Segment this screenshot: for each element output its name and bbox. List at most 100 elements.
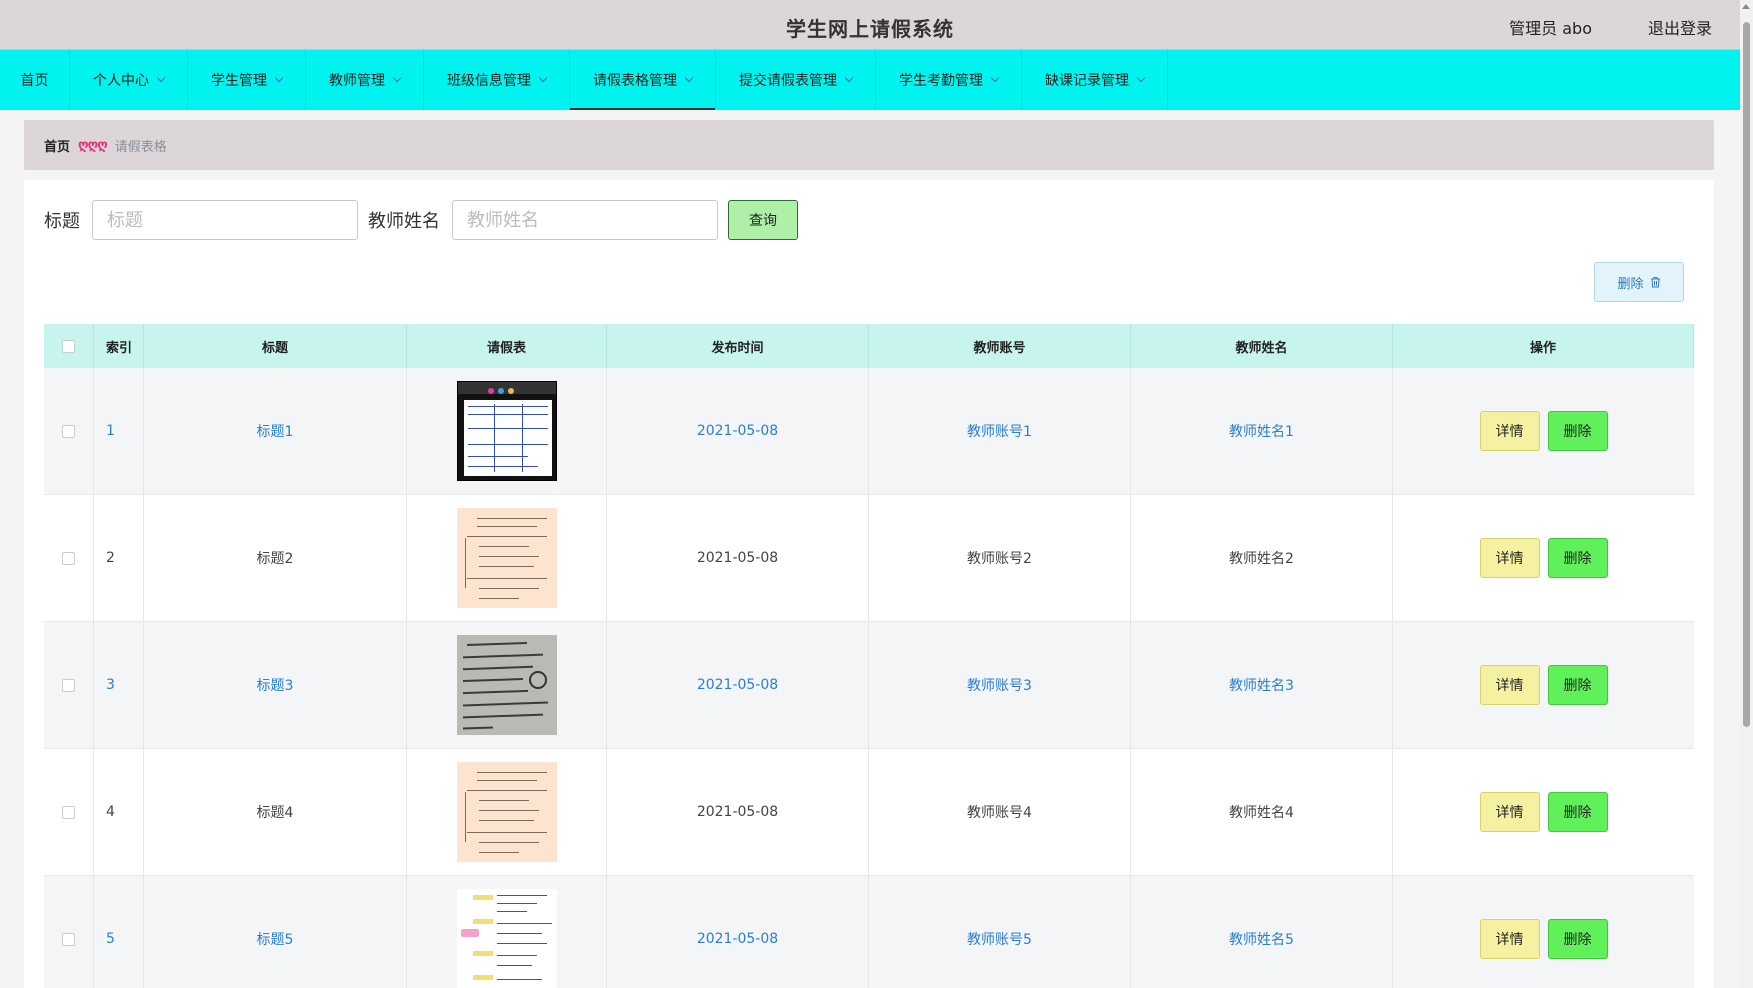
nav-item-submit-leave-mgmt[interactable]: 提交请假表管理 xyxy=(716,50,876,110)
leave-form-thumbnail[interactable] xyxy=(456,889,557,988)
row-teacher-account: 教师账号3 xyxy=(869,622,1131,748)
content-panel: 标题 教师姓名 查询 删除 索引 标题 请假表 发布时间 教师账号 教师姓名 操… xyxy=(24,180,1714,988)
detail-button[interactable]: 详情 xyxy=(1479,792,1540,832)
chevron-down-icon xyxy=(538,73,548,83)
header-title: 标题 xyxy=(144,324,407,368)
query-button[interactable]: 查询 xyxy=(728,200,798,240)
search-bar: 标题 教师姓名 查询 xyxy=(44,200,798,240)
breadcrumb: 首页 ღღღ 请假表格 xyxy=(24,120,1714,170)
batch-delete-label: 删除 xyxy=(1617,276,1644,292)
nav-item-teacher-mgmt[interactable]: 教师管理 xyxy=(306,50,424,110)
row-index: 1 xyxy=(94,368,144,494)
chevron-down-icon xyxy=(392,73,402,83)
page-scrollbar[interactable] xyxy=(1740,0,1753,988)
nav-item-label: 首页 xyxy=(20,73,49,89)
chevron-down-icon xyxy=(156,73,166,83)
header-index: 索引 xyxy=(94,324,144,368)
row-operations: 详情 删除 xyxy=(1393,749,1694,875)
row-index: 2 xyxy=(94,495,144,621)
nav-item-label: 班级信息管理 xyxy=(447,73,531,89)
chevron-down-icon xyxy=(1136,73,1146,83)
nav-item-student-mgmt[interactable]: 学生管理 xyxy=(188,50,306,110)
delete-button[interactable]: 删除 xyxy=(1547,919,1608,959)
row-checkbox-cell xyxy=(44,622,94,748)
nav-item-absence-record-mgmt[interactable]: 缺课记录管理 xyxy=(1022,50,1168,110)
table-row: 1 标题1 2021-05-08 教师账号1 教师姓名1 详情 删除 xyxy=(44,368,1694,495)
scrollbar-thumb[interactable] xyxy=(1743,22,1750,727)
nav-item-home[interactable]: 首页 xyxy=(0,50,70,110)
row-checkbox[interactable] xyxy=(62,932,75,946)
leave-form-thumbnail[interactable] xyxy=(456,762,557,862)
delete-button[interactable]: 删除 xyxy=(1547,665,1608,705)
row-checkbox[interactable] xyxy=(62,424,75,438)
table-row: 2 标题2 2021-05-08 教师账号2 教师姓名2 详情 删除 xyxy=(44,495,1694,622)
logout-link[interactable]: 退出登录 xyxy=(1648,15,1712,39)
batch-delete-button[interactable]: 删除 xyxy=(1594,262,1684,302)
detail-button[interactable]: 详情 xyxy=(1479,538,1540,578)
row-checkbox[interactable] xyxy=(62,551,75,565)
row-teacher-name: 教师姓名3 xyxy=(1131,622,1393,748)
delete-button[interactable]: 删除 xyxy=(1547,538,1608,578)
row-teacher-account: 教师账号2 xyxy=(869,495,1131,621)
leave-form-thumbnail[interactable] xyxy=(456,508,557,608)
chevron-down-icon xyxy=(990,73,1000,83)
header-publish-time: 发布时间 xyxy=(607,324,869,368)
row-operations: 详情 删除 xyxy=(1393,368,1694,494)
leave-form-image-cell xyxy=(407,495,607,621)
table-row: 4 标题4 2021-05-08 教师账号4 教师姓名4 详情 删除 xyxy=(44,749,1694,876)
title-search-input[interactable] xyxy=(92,200,358,240)
row-checkbox[interactable] xyxy=(62,805,75,819)
delete-button[interactable]: 删除 xyxy=(1547,792,1608,832)
trash-icon xyxy=(1650,277,1660,288)
row-checkbox[interactable] xyxy=(62,678,75,692)
row-publish-time: 2021-05-08 xyxy=(607,495,869,621)
row-publish-time: 2021-05-08 xyxy=(607,749,869,875)
delete-button[interactable]: 删除 xyxy=(1547,411,1608,451)
nav-item-label: 个人中心 xyxy=(93,73,149,89)
admin-user-label: 管理员 abo xyxy=(1509,19,1592,38)
breadcrumb-current: 请假表格 xyxy=(114,139,167,155)
leave-form-image-cell xyxy=(407,749,607,875)
app-title: 学生网上请假系统 xyxy=(786,17,954,41)
row-operations: 详情 删除 xyxy=(1393,495,1694,621)
leave-form-image-cell xyxy=(407,876,607,988)
header-teacher-account: 教师账号 xyxy=(869,324,1131,368)
detail-button[interactable]: 详情 xyxy=(1479,665,1540,705)
chevron-down-icon xyxy=(684,73,694,83)
nav-item-personal-center[interactable]: 个人中心 xyxy=(70,50,188,110)
table-header: 索引 标题 请假表 发布时间 教师账号 教师姓名 操作 xyxy=(44,324,1694,368)
detail-button[interactable]: 详情 xyxy=(1479,411,1540,451)
detail-button[interactable]: 详情 xyxy=(1479,919,1540,959)
chevron-down-icon xyxy=(274,73,284,83)
row-index: 3 xyxy=(94,622,144,748)
leave-form-image-cell xyxy=(407,368,607,494)
row-operations: 详情 删除 xyxy=(1393,622,1694,748)
row-publish-time: 2021-05-08 xyxy=(607,622,869,748)
row-teacher-name: 教师姓名1 xyxy=(1131,368,1393,494)
leave-form-thumbnail[interactable] xyxy=(456,635,557,735)
row-index: 4 xyxy=(94,749,144,875)
header-checkbox-cell xyxy=(44,324,94,368)
nav-item-label: 学生考勤管理 xyxy=(899,73,983,89)
table-row: 5 标题5 2021-05-08 教师账号5 教师姓名5 详情 删除 xyxy=(44,876,1694,988)
row-teacher-account: 教师账号4 xyxy=(869,749,1131,875)
select-all-checkbox[interactable] xyxy=(62,339,75,353)
scroll-up-arrow-icon[interactable] xyxy=(1742,4,1750,9)
main-nav: 首页 个人中心 学生管理 教师管理 班级信息管理 请假表格管理 提交请假表管理 … xyxy=(0,50,1740,110)
row-title: 标题1 xyxy=(144,368,407,494)
breadcrumb-separator-icon: ღღღ xyxy=(78,137,108,153)
title-filter-label: 标题 xyxy=(44,211,80,232)
nav-item-leave-form-mgmt[interactable]: 请假表格管理 xyxy=(570,50,716,110)
nav-item-class-info-mgmt[interactable]: 班级信息管理 xyxy=(424,50,570,110)
nav-item-label: 提交请假表管理 xyxy=(739,73,837,89)
breadcrumb-home[interactable]: 首页 xyxy=(44,136,70,155)
header-leave-form: 请假表 xyxy=(407,324,607,368)
row-publish-time: 2021-05-08 xyxy=(607,876,869,988)
nav-item-attendance-mgmt[interactable]: 学生考勤管理 xyxy=(876,50,1022,110)
row-teacher-name: 教师姓名5 xyxy=(1131,876,1393,988)
row-operations: 详情 删除 xyxy=(1393,876,1694,988)
teacher-filter-label: 教师姓名 xyxy=(368,211,440,232)
leave-form-thumbnail[interactable] xyxy=(456,381,557,481)
row-title: 标题3 xyxy=(144,622,407,748)
teacher-name-search-input[interactable] xyxy=(452,200,718,240)
